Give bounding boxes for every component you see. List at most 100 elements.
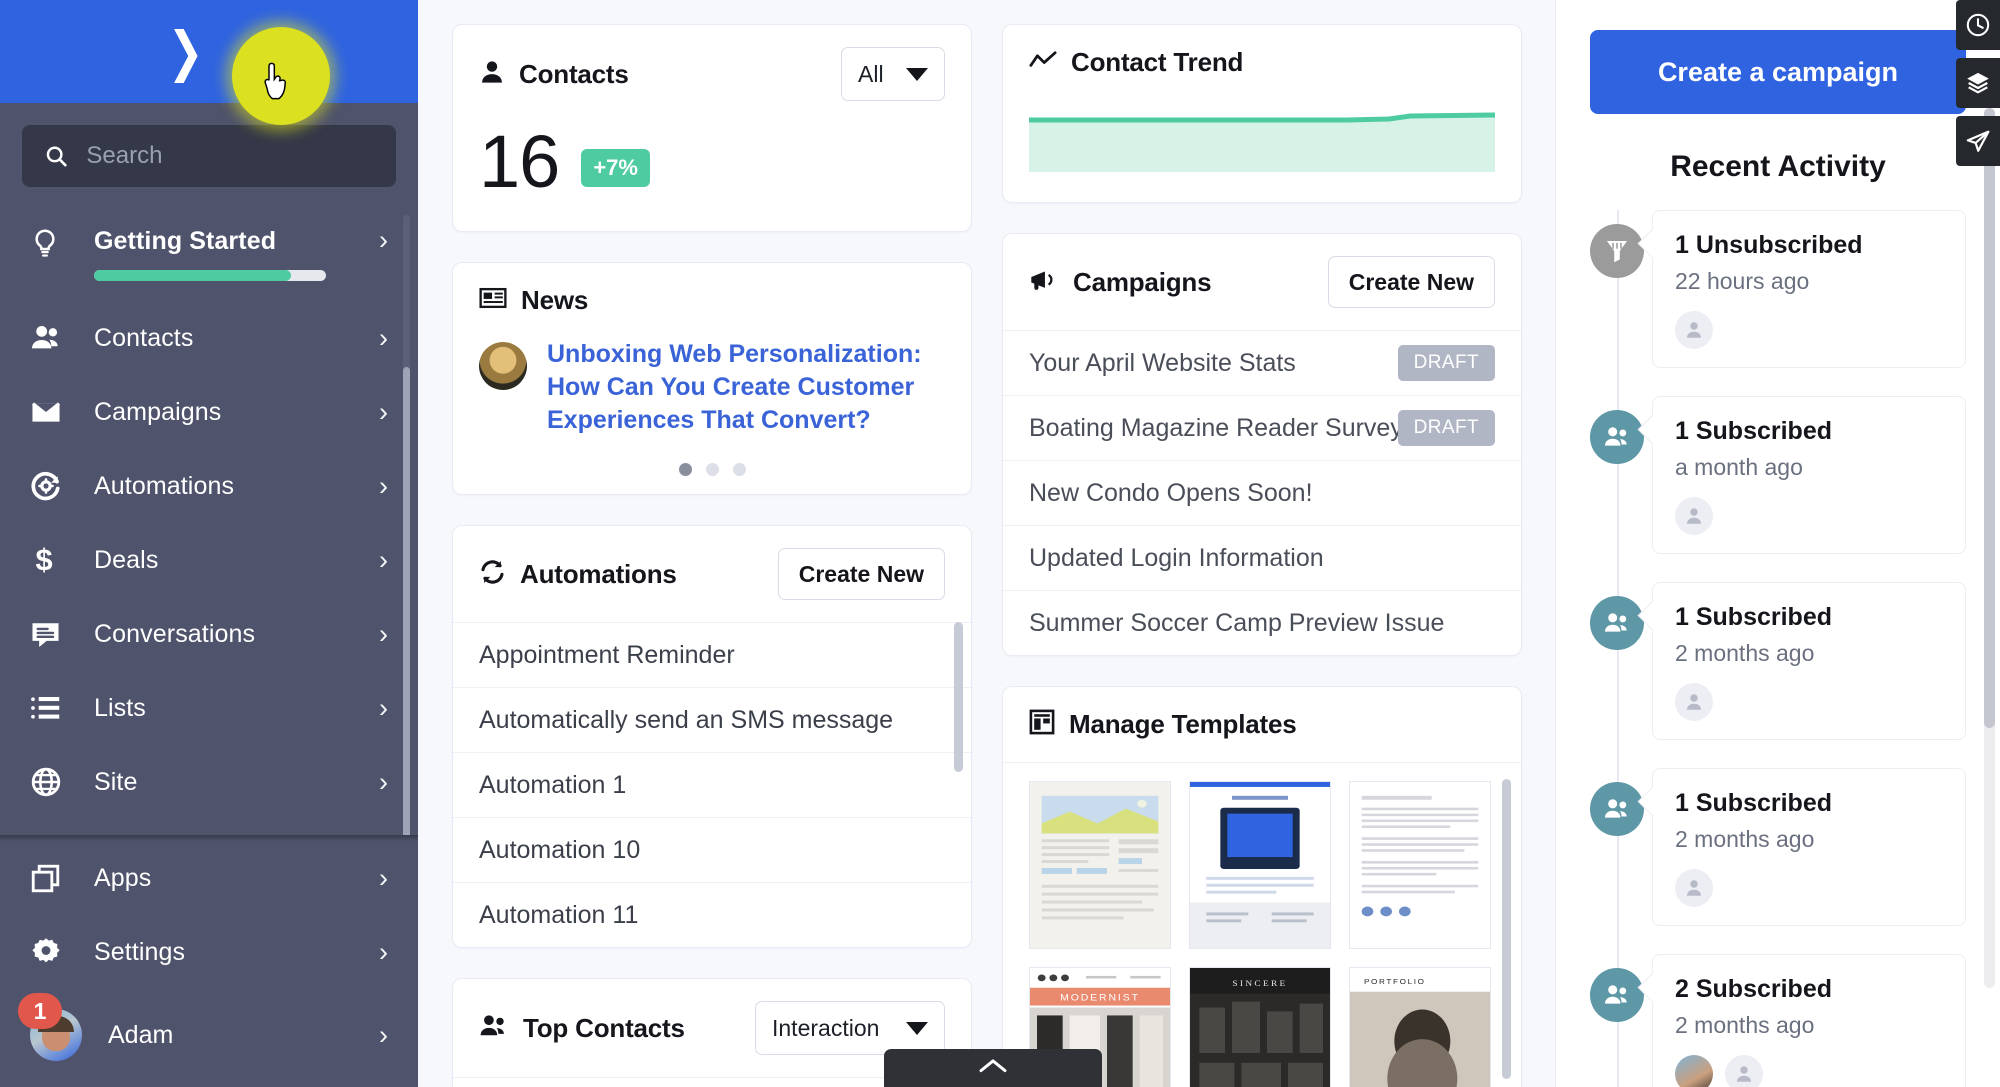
contacts-change-badge: +7%: [581, 149, 650, 187]
chevron-down-icon: [906, 1021, 928, 1035]
chevron-right-icon: ›: [379, 470, 388, 501]
template-thumbnail[interactable]: [1029, 781, 1171, 949]
sidebar-item-site[interactable]: Site ›: [0, 745, 418, 819]
carousel-dot[interactable]: [732, 463, 746, 476]
manage-templates-card-header: Manage Templates: [1003, 687, 1521, 763]
right-panel-scrollbar-thumb[interactable]: [1984, 108, 1995, 728]
table-row[interactable]: Summer Soccer Camp Preview Issue: [1003, 590, 1521, 655]
sidebar-item-lists[interactable]: Lists ›: [0, 671, 418, 745]
contact-trend-body: [1003, 100, 1521, 202]
sidebar-item-getting-started[interactable]: Getting Started ›: [0, 215, 418, 301]
sidebar-item-label: Lists: [94, 693, 146, 722]
unsubscribe-icon: [1590, 224, 1644, 278]
sidebar-item-label: Settings: [94, 937, 186, 966]
sidebar-item-campaigns[interactable]: Campaigns ›: [0, 375, 418, 449]
campaigns-create-new-button[interactable]: Create New: [1327, 256, 1495, 308]
list-item[interactable]: 1 Subscribed a month ago: [1590, 396, 1966, 554]
sidebar-header-banner: ❯: [0, 0, 418, 125]
card-title: Automations: [520, 558, 677, 589]
automations-create-new-button[interactable]: Create New: [777, 548, 945, 600]
automations-scrollbar-thumb[interactable]: [954, 622, 963, 772]
carousel-dot[interactable]: [705, 463, 719, 476]
sidebar-item-deals[interactable]: $ Deals ›: [0, 523, 418, 597]
list-item[interactable]: Automation 11: [453, 882, 971, 947]
chevron-right-icon: ›: [379, 544, 388, 575]
activity-card: 1 Subscribed 2 months ago: [1652, 582, 1966, 740]
template-thumbnail[interactable]: PORTFOLIO: [1349, 967, 1491, 1087]
list-item[interactable]: 2 Subscribed 2 months ago: [1590, 954, 1966, 1087]
template-label: PORTFOLIO: [1364, 977, 1426, 985]
activity-timeline: 1 Unsubscribed 22 hours ago 1 Subscribed…: [1590, 210, 1966, 1087]
card-title: Top Contacts: [523, 1012, 685, 1043]
floating-dock: [1956, 0, 2000, 174]
gear-icon: [30, 936, 76, 968]
sidebar-user-profile[interactable]: 1 Adam ›: [0, 989, 418, 1081]
search-box[interactable]: [22, 125, 396, 187]
contact-trend-card: Contact Trend: [1002, 24, 1522, 203]
mouse-cursor-icon: [264, 62, 287, 100]
table-row[interactable]: Updated Login Information: [1003, 525, 1521, 590]
template-thumbnail[interactable]: [1349, 781, 1491, 949]
activity-time: 22 hours ago: [1675, 268, 1810, 294]
activity-avatars: [1675, 869, 1943, 907]
table-row[interactable]: Boating Magazine Reader Survey DRAFT: [1003, 395, 1521, 460]
automations-card-header: Automations Create New: [453, 526, 971, 622]
avatar: [1675, 1055, 1713, 1087]
contacts-filter-select[interactable]: All: [841, 47, 945, 101]
sidebar-item-apps[interactable]: Apps ›: [0, 841, 418, 915]
list-item[interactable]: Automation 1: [453, 752, 971, 817]
clock-history-icon[interactable]: [1956, 0, 2000, 50]
top-contacts-sort-select[interactable]: Interaction: [755, 1001, 945, 1055]
activity-time: 2 months ago: [1675, 640, 1815, 666]
recent-activity-panel: Create a campaign Recent Activity 1 Unsu…: [1555, 0, 2000, 1087]
table-row[interactable]: New Condo Opens Soon!: [1003, 460, 1521, 525]
contact-trend-sparkline: [1029, 110, 1496, 172]
layers-icon[interactable]: [1956, 58, 2000, 108]
list-item[interactable]: 1 Unsubscribed 22 hours ago: [1590, 210, 1966, 368]
chevron-right-icon: ›: [379, 1019, 388, 1050]
list-item[interactable]: 1 Subscribed 2 months ago: [1590, 582, 1966, 740]
chevron-right-logo-icon[interactable]: ❯: [167, 24, 203, 79]
list-item[interactable]: 1 Subscribed 2 months ago: [1590, 768, 1966, 926]
list-item[interactable]: Automation 10: [453, 817, 971, 882]
notification-badge: 1: [18, 993, 62, 1029]
getting-started-block: Getting Started: [76, 227, 379, 281]
table-row[interactable]: Your April Website Stats DRAFT: [1003, 330, 1521, 395]
line-chart-icon: [1029, 50, 1057, 75]
chevron-right-icon: ›: [379, 225, 388, 255]
person-icon: [479, 59, 505, 90]
list-item[interactable]: Appointment Reminder: [453, 622, 971, 687]
activity-title: 1 Unsubscribed: [1675, 231, 1863, 259]
news-headline-link[interactable]: Unboxing Web Personalization: How Can Yo…: [547, 338, 945, 437]
contacts-filter-value: All: [858, 60, 884, 87]
activity-title: 1 Subscribed: [1675, 603, 1832, 631]
create-campaign-button[interactable]: Create a campaign: [1590, 30, 1966, 114]
sidebar-item-automations[interactable]: Automations ›: [0, 449, 418, 523]
sidebar-item-settings[interactable]: Settings ›: [0, 915, 418, 989]
sidebar-item-contacts[interactable]: Contacts ›: [0, 301, 418, 375]
send-icon[interactable]: [1956, 116, 2000, 166]
activity-card: 1 Subscribed 2 months ago: [1652, 768, 1966, 926]
list-item[interactable]: Automatically send an SMS message: [453, 687, 971, 752]
news-card-body: Unboxing Web Personalization: How Can Yo…: [453, 338, 971, 447]
app-root: ❯ Search Getting Started › Contacts › Ca…: [0, 0, 2000, 1087]
template-thumbnail[interactable]: SINCERE: [1189, 967, 1331, 1087]
chevron-down-icon: [906, 67, 928, 81]
carousel-dot[interactable]: [678, 463, 692, 476]
megaphone-icon: [1029, 268, 1059, 297]
templates-scrollbar-thumb[interactable]: [1502, 779, 1511, 1079]
template-label: SINCERE: [1232, 978, 1287, 987]
bottom-expand-bar[interactable]: [884, 1049, 1102, 1087]
chevron-right-icon: ›: [379, 766, 388, 797]
recent-activity-inner: Create a campaign Recent Activity 1 Unsu…: [1556, 0, 2000, 1087]
chevron-right-icon: ›: [379, 936, 388, 967]
sidebar-user-name: Adam: [108, 1020, 174, 1049]
sidebar-item-conversations[interactable]: Conversations ›: [0, 597, 418, 671]
template-thumbnail[interactable]: [1189, 781, 1331, 949]
contacts-card-body: 16 +7%: [453, 123, 971, 231]
search-input[interactable]: [86, 142, 374, 170]
card-title: Contacts: [519, 58, 629, 89]
templates-grid: MODERNIST SINCERE PORTFOLIO: [1003, 763, 1521, 1087]
campaign-name: New Condo Opens Soon!: [1029, 478, 1313, 507]
activity-avatars: [1675, 311, 1943, 349]
